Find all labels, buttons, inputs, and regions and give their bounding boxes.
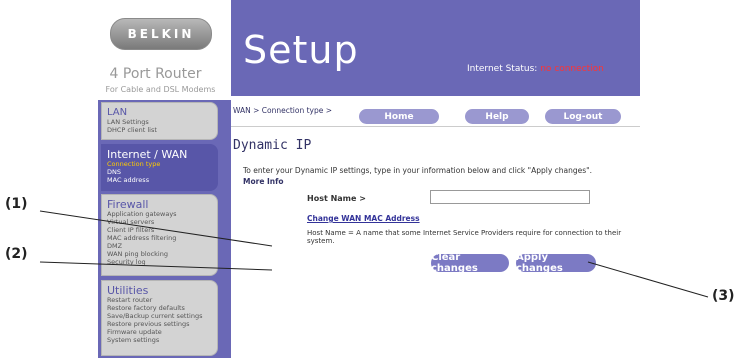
callout-line-1 <box>39 210 273 247</box>
callout-2: (2) <box>5 246 28 262</box>
callout-line-3 <box>587 261 709 298</box>
callout-line-2 <box>39 261 273 271</box>
callout-lines <box>39 210 709 298</box>
callout-3: (3) <box>712 288 735 304</box>
callout-1: (1) <box>5 196 28 212</box>
